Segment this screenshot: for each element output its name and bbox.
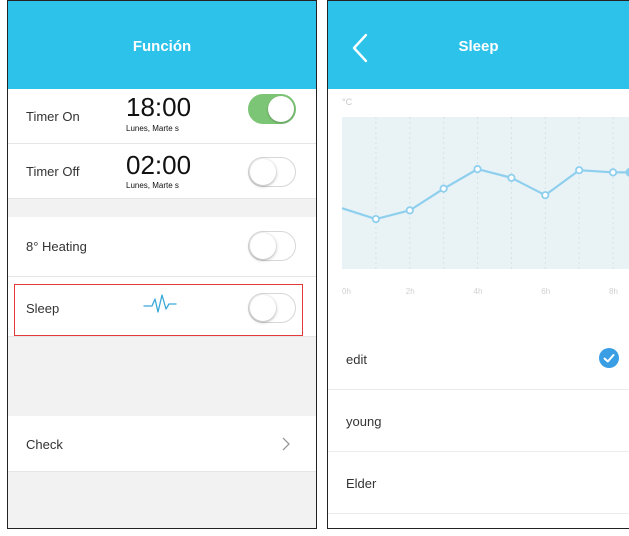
mode-label-edit: edit xyxy=(346,352,367,367)
heating-label: 8° Heating xyxy=(26,239,87,254)
sleep-wave-icon xyxy=(143,294,177,313)
toggle-knob xyxy=(268,96,294,122)
curve-point[interactable] xyxy=(507,173,516,182)
chevron-right-icon xyxy=(282,437,290,451)
x-tick-label: 2h xyxy=(406,287,415,296)
sleep-title: Sleep xyxy=(458,38,499,55)
sleep-screen: Sleep °C 0h 2h 4h 6h 8h edit young Elder xyxy=(327,0,629,529)
checkmark-icon xyxy=(599,348,619,368)
toggle-knob xyxy=(250,159,276,185)
check-row[interactable]: Check xyxy=(8,416,316,472)
curve-point[interactable] xyxy=(405,206,414,215)
sleep-header: Sleep xyxy=(328,1,629,89)
timer-off-toggle[interactable] xyxy=(248,157,296,187)
mode-label-young: young xyxy=(346,414,382,429)
sleep-label: Sleep xyxy=(26,301,60,316)
mode-item-edit[interactable]: edit xyxy=(328,328,629,390)
timer-off-time[interactable]: 02:00 xyxy=(126,152,191,178)
curve-point[interactable] xyxy=(541,191,550,200)
sleep-row[interactable]: Sleep xyxy=(8,277,316,337)
timer-on-toggle[interactable] xyxy=(248,94,296,124)
timer-on-time[interactable]: 18:00 xyxy=(126,94,191,120)
curve-point[interactable] xyxy=(371,214,380,224)
timer-on-days: Lunes, Marte s xyxy=(126,124,179,133)
heating-row[interactable]: 8° Heating xyxy=(8,217,316,277)
function-title: Función xyxy=(132,38,192,55)
function-header: Función xyxy=(8,1,316,89)
curve-point[interactable] xyxy=(608,168,618,177)
timer-off-row[interactable]: Timer Off 02:00 Lunes, Marte s xyxy=(8,144,316,199)
mode-item-elder[interactable]: Elder xyxy=(328,452,629,514)
sleep-toggle[interactable] xyxy=(248,293,296,323)
timer-off-days: Lunes, Marte s xyxy=(126,181,179,190)
heating-toggle[interactable] xyxy=(248,231,296,261)
timer-on-row[interactable]: Timer On 18:00 Lunes, Marte s xyxy=(8,89,316,144)
function-screen: Función Timer On 18:00 Lunes, Marte s Ti… xyxy=(7,0,317,529)
curve-point[interactable] xyxy=(439,184,448,193)
check-label: Check xyxy=(26,437,63,452)
x-tick-label: 4h xyxy=(474,287,483,296)
x-tick-label: 0h xyxy=(342,287,351,296)
timer-on-label: Timer On xyxy=(26,109,80,124)
curve-point[interactable] xyxy=(575,166,584,175)
plot-background xyxy=(342,117,629,269)
x-tick-label: 6h xyxy=(541,287,550,296)
x-tick-label: 8h xyxy=(609,287,618,296)
curve-point[interactable] xyxy=(473,165,482,174)
timer-off-label: Timer Off xyxy=(26,164,80,179)
sleep-curve-chart[interactable]: °C 0h 2h 4h 6h 8h xyxy=(328,89,629,329)
mode-item-young[interactable]: young xyxy=(328,390,629,452)
toggle-knob xyxy=(250,233,276,259)
sleep-curve-svg[interactable]: 0h 2h 4h 6h 8h xyxy=(328,89,629,329)
toggle-knob xyxy=(250,295,276,321)
mode-label-elder: Elder xyxy=(346,476,377,491)
